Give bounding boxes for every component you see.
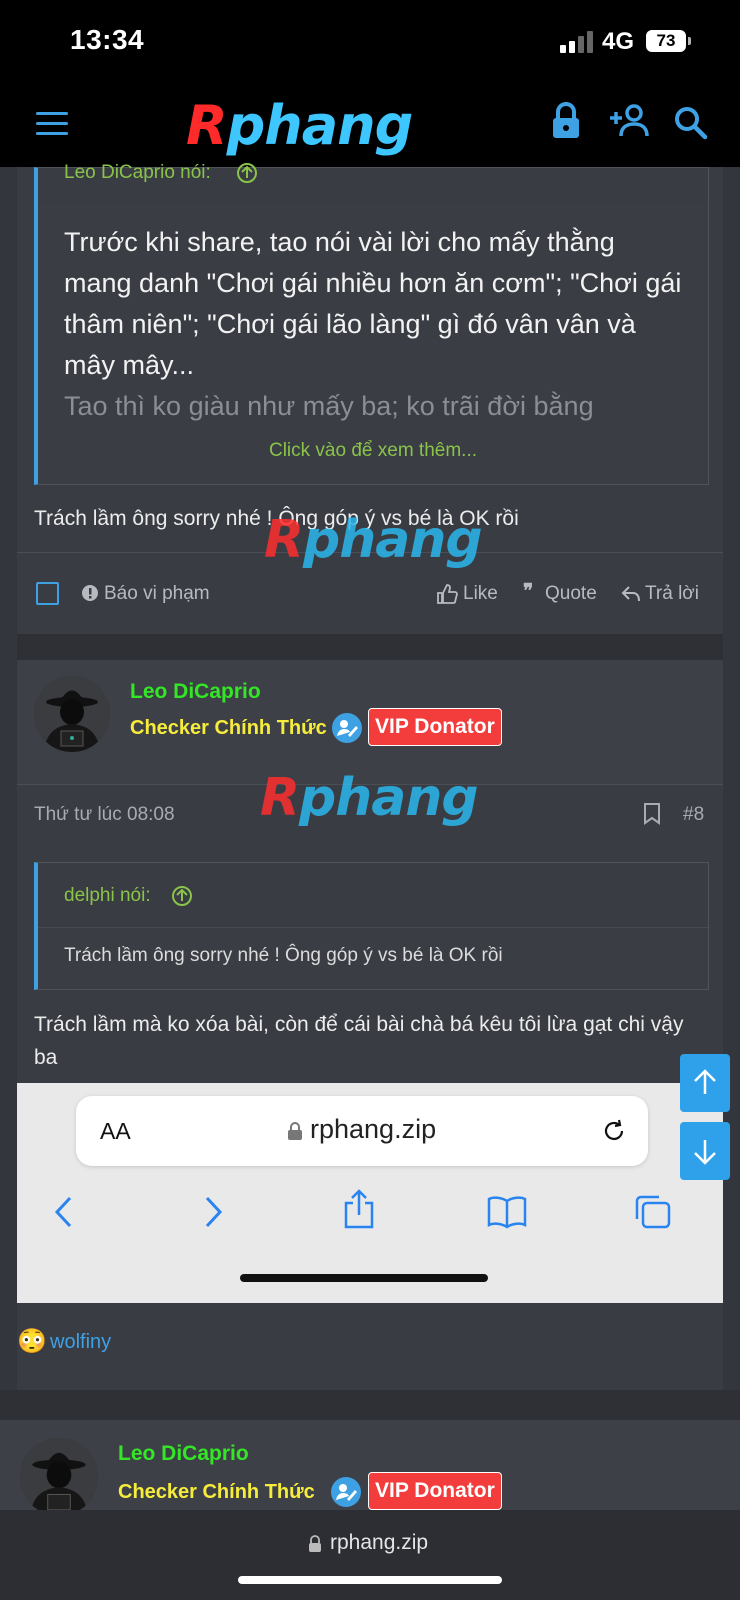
reply-button[interactable]: Trả lời xyxy=(645,583,699,605)
battery-icon: 73 xyxy=(646,30,691,52)
embedded-screenshot-edge xyxy=(681,1083,723,1303)
scroll-down-button[interactable] xyxy=(680,1122,730,1180)
report-button[interactable]: Báo vi phạm xyxy=(104,583,210,605)
quote-button[interactable]: Quote xyxy=(545,583,597,605)
quote-block: Leo DiCaprio nói: Trước khi share, tao n… xyxy=(34,162,709,485)
quote-text: Trách lầm ông sorry nhé ! Ông góp ý vs b… xyxy=(64,945,503,966)
embedded-screenshot[interactable]: AA rphang.zip xyxy=(17,1083,681,1303)
add-user-icon[interactable] xyxy=(608,102,650,138)
user-title: Checker Chính Thức xyxy=(130,717,327,739)
verified-checker-icon xyxy=(332,713,362,743)
like-button[interactable]: Like xyxy=(463,583,498,605)
lock-icon xyxy=(288,1122,302,1140)
arrow-up-circle-icon[interactable] xyxy=(236,162,258,184)
alert-icon xyxy=(82,585,98,601)
select-checkbox[interactable] xyxy=(36,582,59,605)
post-separator xyxy=(17,634,723,660)
quote-icon[interactable]: ❞ xyxy=(523,580,533,603)
reaction-emoji: 😳 xyxy=(17,1328,47,1355)
watermark: Rphang xyxy=(260,768,479,828)
avatar[interactable] xyxy=(20,1438,98,1516)
username[interactable]: Leo DiCaprio xyxy=(130,680,261,704)
status-time: 13:34 xyxy=(70,24,145,55)
search-icon[interactable] xyxy=(674,106,708,140)
forward-icon xyxy=(205,1196,223,1228)
browser-url[interactable]: rphang.zip xyxy=(330,1531,428,1555)
avatar[interactable] xyxy=(34,676,110,752)
signal-icon xyxy=(560,31,594,53)
user-title: Checker Chính Thức xyxy=(118,1481,315,1503)
vip-donator-badge: VIP Donator xyxy=(368,708,502,746)
network-type: 4G xyxy=(602,28,635,55)
vip-donator-badge: VIP Donator xyxy=(368,1472,502,1510)
quote-text: Trước khi share, tao nói vài lời cho mấy… xyxy=(64,227,682,380)
post-timestamp[interactable]: Thứ tư lúc 08:08 xyxy=(34,804,175,826)
site-logo[interactable]: Rphang xyxy=(186,94,413,157)
scroll-up-button[interactable] xyxy=(680,1054,730,1112)
reaction-user[interactable]: wolfiny xyxy=(50,1331,111,1354)
quote-author[interactable]: Leo DiCaprio nói: xyxy=(64,162,211,184)
post-number[interactable]: #8 xyxy=(683,804,704,826)
bookmarks-icon xyxy=(487,1196,527,1229)
status-bar: 13:34 4G 73 xyxy=(0,0,740,84)
reply-icon[interactable] xyxy=(621,585,641,603)
username[interactable]: Leo DiCaprio xyxy=(118,1442,249,1466)
home-indicator xyxy=(238,1576,502,1584)
quote-text-faded: Tao thì ko giàu như mấy ba; ko trãi đời … xyxy=(64,391,594,421)
arrow-up-circle-icon[interactable] xyxy=(171,885,193,907)
home-indicator xyxy=(240,1274,488,1282)
lock-icon xyxy=(309,1535,321,1552)
tabs-icon xyxy=(635,1195,671,1229)
back-icon xyxy=(54,1196,72,1228)
expand-link[interactable]: Click vào để xem thêm... xyxy=(38,440,708,462)
browser-bottom-bar: rphang.zip xyxy=(0,1510,740,1600)
post-separator xyxy=(0,1390,740,1420)
quote-author[interactable]: delphi nói: xyxy=(64,885,151,907)
arrow-down-icon xyxy=(694,1140,716,1165)
text-size-button: AA xyxy=(100,1118,131,1144)
reload-icon xyxy=(604,1119,624,1140)
bookmark-icon[interactable] xyxy=(643,803,661,825)
like-icon[interactable] xyxy=(436,583,458,605)
embedded-url-bar: AA rphang.zip xyxy=(76,1096,648,1166)
arrow-up-icon xyxy=(694,1069,716,1094)
quote-block: delphi nói: Trách lầm ông sorry nhé ! Ôn… xyxy=(34,862,709,990)
post-message: Trách lầm mà ko xóa bài, còn để cái bài … xyxy=(34,1013,684,1069)
hamburger-icon[interactable] xyxy=(36,112,68,136)
share-icon xyxy=(344,1189,374,1229)
verified-checker-icon xyxy=(331,1477,361,1507)
embedded-url: rphang.zip xyxy=(310,1114,437,1144)
watermark: Rphang xyxy=(264,510,483,570)
lock-icon[interactable] xyxy=(551,102,581,140)
